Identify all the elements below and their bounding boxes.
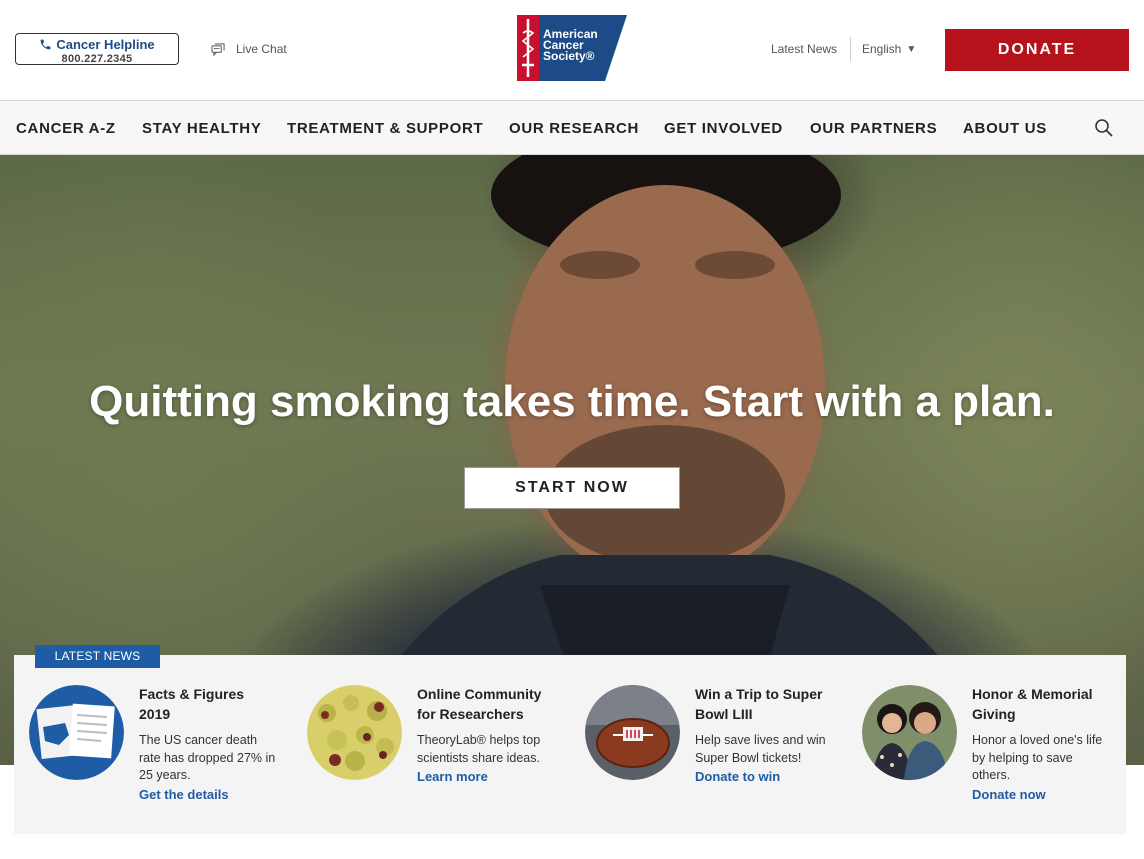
- nav-item-about-us[interactable]: ABOUT US: [963, 120, 1047, 137]
- nav-item-treatment-support[interactable]: TREATMENT & SUPPORT: [287, 120, 483, 137]
- helpline-number: 800.227.2345: [61, 53, 133, 65]
- helpline-title: Cancer Helpline: [16, 37, 178, 52]
- chat-icon: [211, 42, 225, 56]
- learn-more-link[interactable]: Learn more: [417, 769, 557, 784]
- news-card-title[interactable]: Honor & Memorial Giving: [972, 684, 1112, 724]
- top-header: Cancer Helpline 800.227.2345 Live Chat A…: [0, 0, 1144, 100]
- cells-microscopy-thumbnail: [307, 685, 402, 780]
- news-card-description: Honor a loved one's life by helping to s…: [972, 733, 1103, 782]
- nav-item-stay-healthy[interactable]: STAY HEALTHY: [142, 120, 262, 137]
- language-select[interactable]: English ▼: [862, 42, 916, 56]
- header-divider: [850, 37, 851, 61]
- donate-to-win-link[interactable]: Donate to win: [695, 769, 835, 784]
- news-card-body: Win a Trip to Super Bowl LIII Help save …: [695, 684, 835, 784]
- donate-button[interactable]: DONATE: [945, 29, 1129, 71]
- nav-item-our-partners[interactable]: OUR PARTNERS: [810, 120, 937, 137]
- hero-headline: Quitting smoking takes time. Start with …: [89, 377, 1055, 426]
- language-label: English: [862, 42, 902, 56]
- news-card-body: Online Community for Researchers TheoryL…: [417, 684, 557, 784]
- news-card-body: Honor & Memorial Giving Honor a loved on…: [972, 684, 1112, 802]
- donate-now-link[interactable]: Donate now: [972, 787, 1112, 802]
- main-nav: CANCER A-Z STAY HEALTHY TREATMENT & SUPP…: [0, 100, 1144, 155]
- facts-figures-thumbnail: [29, 685, 124, 780]
- start-now-button[interactable]: START NOW: [464, 467, 680, 509]
- logo-text: American Cancer Society®: [543, 28, 598, 63]
- news-card-title[interactable]: Online Community for Researchers: [417, 684, 557, 724]
- phone-icon: [40, 39, 51, 50]
- news-card-title[interactable]: Facts & Figures 2019: [139, 684, 279, 724]
- cancer-helpline-button[interactable]: Cancer Helpline 800.227.2345: [15, 33, 179, 65]
- live-chat-link[interactable]: Live Chat: [211, 42, 287, 56]
- news-card-title[interactable]: Win a Trip to Super Bowl LIII: [695, 684, 835, 724]
- acs-logo[interactable]: American Cancer Society®: [517, 15, 627, 81]
- caret-down-icon: ▼: [906, 43, 917, 55]
- latest-news-link[interactable]: Latest News: [771, 42, 837, 56]
- latest-news-tag: LATEST NEWS: [35, 645, 160, 668]
- get-the-details-link[interactable]: Get the details: [139, 787, 279, 802]
- news-card-body: Facts & Figures 2019 The US cancer death…: [139, 684, 279, 802]
- nav-item-cancer-a-z[interactable]: CANCER A-Z: [16, 120, 116, 137]
- search-icon[interactable]: [1094, 118, 1114, 138]
- helpline-title-text: Cancer Helpline: [56, 37, 155, 52]
- live-chat-label: Live Chat: [236, 42, 287, 56]
- nav-item-get-involved[interactable]: GET INVOLVED: [664, 120, 783, 137]
- news-card-description: The US cancer death rate has dropped 27%…: [139, 733, 276, 782]
- two-women-thumbnail: [862, 685, 957, 780]
- news-card-description: Help save lives and win Super Bowl ticke…: [695, 733, 826, 765]
- news-card-description: TheoryLab® helps top scientists share id…: [417, 733, 541, 765]
- football-thumbnail: [585, 685, 680, 780]
- nav-item-our-research[interactable]: OUR RESEARCH: [509, 120, 639, 137]
- logo-line-3: Society®: [543, 49, 595, 63]
